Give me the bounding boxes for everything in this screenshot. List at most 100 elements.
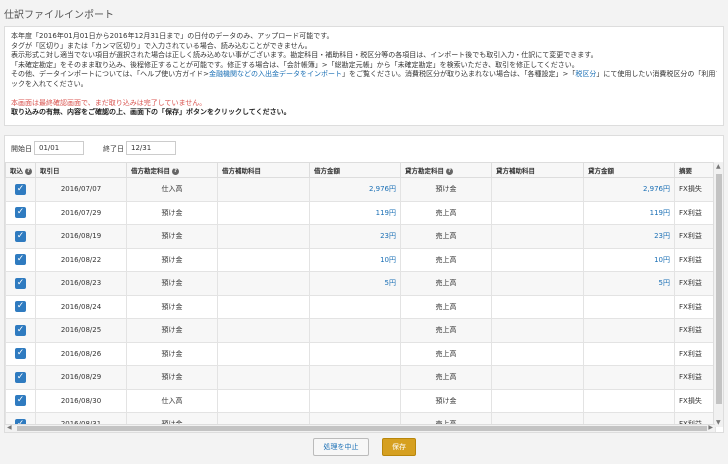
date-cell: 2016/07/29	[35, 200, 127, 225]
memo-cell: FX損失	[674, 388, 716, 413]
debit-account-cell: 仕入高	[126, 177, 218, 202]
header-debit-sub: 借方補助科目	[217, 162, 310, 178]
table-row: ✓ 2016/08/22 預け金 10円 売上高 10円 FX利益	[5, 247, 716, 272]
warning-text: 本画面は最終確認画面で、まだ取り込みは完了していません。	[11, 98, 207, 107]
debit-sub-cell	[217, 177, 310, 202]
import-checkbox[interactable]: ✓	[15, 207, 26, 219]
credit-amount-cell	[583, 341, 675, 366]
start-date-label: 開始日	[11, 145, 32, 153]
question-circle-icon[interactable]: ?	[25, 167, 32, 175]
date-cell: 2016/08/29	[35, 365, 127, 390]
credit-sub-cell	[491, 341, 584, 366]
date-cell: 2016/07/07	[35, 177, 127, 202]
credit-account-cell: 売上高	[400, 247, 492, 272]
credit-account-cell: 売上高	[400, 271, 492, 296]
scroll-thumb[interactable]	[17, 426, 707, 431]
date-cell: 2016/08/24	[35, 294, 127, 319]
start-date-input[interactable]: 01/01	[34, 141, 84, 155]
import-checkbox[interactable]: ✓	[15, 348, 26, 360]
date-cell: 2016/08/22	[35, 247, 127, 272]
debit-sub-cell	[217, 388, 310, 413]
memo-cell: FX利益	[674, 365, 716, 390]
memo-cell: FX損失	[674, 177, 716, 202]
debit-sub-cell	[217, 318, 310, 343]
memo-cell: FX利益	[674, 271, 716, 296]
notice-line: 表示形式こ対し適当でない項目が選択された場合は正しく読み込めない事がございます。…	[11, 51, 598, 60]
debit-amount-cell	[309, 341, 401, 366]
notice-text: その他、データインポートについては、「ヘルプ使い方ガイド>	[11, 70, 210, 79]
header-import[interactable]: 取込?	[5, 162, 36, 178]
credit-amount-cell: 119円	[583, 200, 675, 225]
debit-sub-cell	[217, 247, 310, 272]
notice-line: タグが「区切り」または「カンマ区切り」で入力されている場合、読み込むことができま…	[11, 41, 312, 50]
header-debit-amount: 借方金額	[309, 162, 401, 178]
tax-category-link[interactable]: 税区分	[575, 70, 596, 78]
horizontal-scrollbar[interactable]: ◀ ▶	[5, 424, 715, 432]
import-cell: ✓	[5, 388, 36, 413]
save-button[interactable]: 保存	[382, 438, 416, 456]
debit-account-cell: 預け金	[126, 318, 218, 343]
import-checkbox[interactable]: ✓	[15, 301, 26, 313]
header-date: 取引日	[35, 162, 127, 178]
table-row: ✓ 2016/08/25 預け金 売上高 FX利益	[5, 318, 716, 343]
notice-text: 」にて使用したい消費税区分の「利用フラグ」にチェ	[596, 70, 717, 79]
credit-account-cell: 売上高	[400, 318, 492, 343]
credit-sub-cell	[491, 388, 584, 413]
vertical-scrollbar[interactable]: ▲ ▼	[713, 162, 723, 427]
credit-account-cell: 預け金	[400, 388, 492, 413]
debit-sub-cell	[217, 341, 310, 366]
memo-cell: FX利益	[674, 200, 716, 225]
credit-amount-cell: 23円	[583, 224, 675, 249]
import-checkbox[interactable]: ✓	[15, 371, 26, 383]
debit-account-cell: 仕入高	[126, 388, 218, 413]
credit-sub-cell	[491, 224, 584, 249]
notice-line: ックを入れてください。	[11, 79, 88, 88]
date-cell: 2016/08/19	[35, 224, 127, 249]
table-row: ✓ 2016/08/23 預け金 5円 売上高 5円 FX利益	[5, 271, 716, 296]
question-circle-icon[interactable]: ?	[446, 167, 453, 175]
credit-amount-cell	[583, 365, 675, 390]
debit-account-cell: 預け金	[126, 341, 218, 366]
credit-account-cell: 売上高	[400, 341, 492, 366]
header-credit-sub: 貸方補助科目	[491, 162, 584, 178]
debit-sub-cell	[217, 200, 310, 225]
scroll-right-icon[interactable]: ▶	[708, 424, 713, 431]
import-checkbox[interactable]: ✓	[15, 254, 26, 266]
import-checkbox[interactable]: ✓	[15, 324, 26, 336]
header-credit-account: 貸方勘定科目?	[400, 162, 492, 178]
date-filter: 開始日 01/01 終了日 12/31	[5, 136, 723, 160]
credit-sub-cell	[491, 247, 584, 272]
import-checkbox[interactable]: ✓	[15, 395, 26, 407]
end-date-input[interactable]: 12/31	[126, 141, 176, 155]
end-date-label: 終了日	[103, 145, 124, 153]
credit-amount-cell: 10円	[583, 247, 675, 272]
debit-amount-cell	[309, 318, 401, 343]
import-checkbox[interactable]: ✓	[15, 277, 26, 289]
table-row: ✓ 2016/08/24 預け金 売上高 FX利益	[5, 294, 716, 319]
scroll-thumb[interactable]	[716, 174, 722, 404]
journal-table: 取込? 取引日 借方勘定科目? 借方補助科目 借方金額 貸方勘定科目? 貸方補助…	[5, 162, 716, 432]
memo-cell: FX利益	[674, 341, 716, 366]
credit-amount-cell	[583, 388, 675, 413]
notice-line: 「未確定勘定」をそのまま取り込み、後程修正することが可能です。修正する場合は、「…	[11, 60, 579, 69]
debit-amount-cell	[309, 365, 401, 390]
credit-sub-cell	[491, 271, 584, 296]
import-checkbox[interactable]: ✓	[15, 230, 26, 242]
cancel-button[interactable]: 処理を中止	[313, 438, 369, 456]
help-import-link[interactable]: 金融機関などの入出金データをインポート	[209, 70, 342, 78]
memo-cell: FX利益	[674, 224, 716, 249]
scroll-down-icon[interactable]: ▼	[716, 419, 721, 426]
scroll-left-icon[interactable]: ◀	[7, 424, 12, 431]
import-checkbox[interactable]: ✓	[15, 183, 26, 195]
debit-account-cell: 預け金	[126, 247, 218, 272]
credit-sub-cell	[491, 177, 584, 202]
import-cell: ✓	[5, 177, 36, 202]
credit-sub-cell	[491, 365, 584, 390]
table-row: ✓ 2016/07/07 仕入高 2,976円 預け金 2,976円 FX損失	[5, 177, 716, 202]
credit-account-cell: 売上高	[400, 365, 492, 390]
scroll-up-icon[interactable]: ▲	[716, 163, 721, 170]
import-cell: ✓	[5, 318, 36, 343]
debit-amount-cell: 10円	[309, 247, 401, 272]
question-circle-icon[interactable]: ?	[172, 167, 179, 175]
debit-sub-cell	[217, 294, 310, 319]
